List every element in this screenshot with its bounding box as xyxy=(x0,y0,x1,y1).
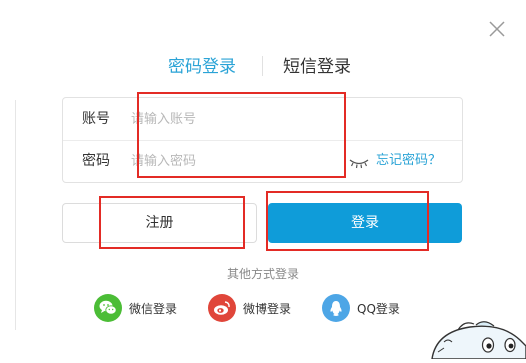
qq-login[interactable]: QQ登录 xyxy=(322,294,400,322)
qq-icon xyxy=(322,294,350,322)
qq-login-label: QQ登录 xyxy=(357,301,400,316)
account-label: 账号 xyxy=(82,111,110,127)
other-login-title: 其他方式登录 xyxy=(226,267,299,281)
wechat-icon xyxy=(94,294,122,322)
wechat-login[interactable]: 微信登录 xyxy=(94,294,177,322)
tab-divider xyxy=(262,56,263,76)
password-label: 密码 xyxy=(82,153,110,169)
weibo-login-label: 微博登录 xyxy=(243,301,292,316)
weibo-login[interactable]: 微博登录 xyxy=(208,294,291,322)
mascot-illustration xyxy=(424,318,526,360)
close-button[interactable] xyxy=(488,20,506,38)
forgot-password-link[interactable]: 忘记密码？ xyxy=(376,151,441,171)
weibo-icon xyxy=(208,294,236,322)
tab-sms-login[interactable]: 短信登录 xyxy=(283,56,351,78)
annotation-box-inputs xyxy=(137,92,346,178)
annotation-box-register xyxy=(99,196,245,249)
annotation-box-login xyxy=(266,191,429,251)
tab-password-login[interactable]: 密码登录 xyxy=(168,56,236,78)
eye-closed-icon[interactable] xyxy=(349,154,369,169)
close-icon xyxy=(489,21,505,37)
wechat-login-label: 微信登录 xyxy=(129,301,178,316)
panel-edge xyxy=(15,100,16,330)
